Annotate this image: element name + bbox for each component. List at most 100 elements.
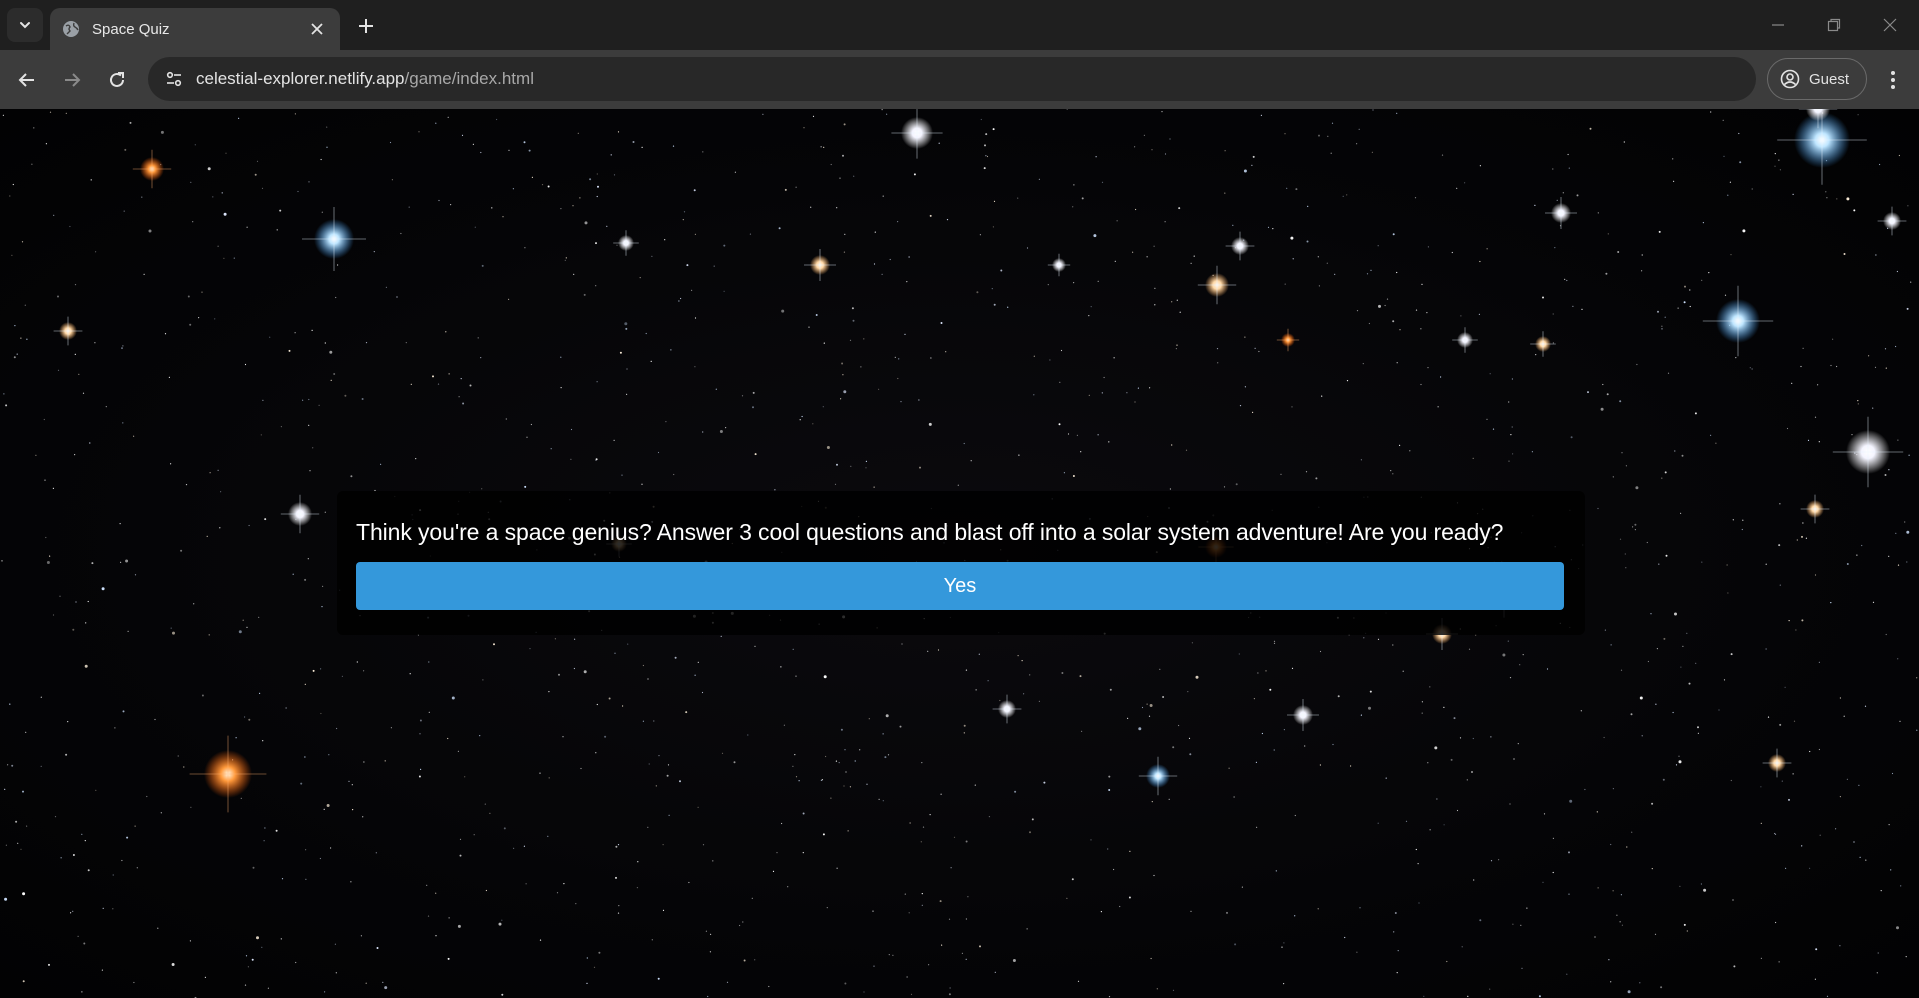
star bbox=[1356, 951, 1358, 953]
star bbox=[94, 342, 96, 344]
star bbox=[1732, 899, 1734, 901]
star bbox=[133, 435, 135, 437]
star bbox=[121, 859, 123, 862]
star bbox=[74, 353, 76, 355]
new-tab-button[interactable] bbox=[352, 12, 380, 40]
star bbox=[72, 854, 75, 856]
restore-button[interactable] bbox=[1814, 10, 1854, 40]
star bbox=[251, 958, 254, 961]
reload-icon bbox=[110, 72, 124, 87]
star bbox=[850, 465, 852, 467]
star bbox=[882, 800, 884, 802]
star bbox=[1368, 706, 1371, 710]
address-bar[interactable]: celestial-explorer.netlify.app/game/inde… bbox=[148, 57, 1756, 101]
star bbox=[1779, 503, 1781, 505]
star bbox=[408, 206, 410, 208]
star bbox=[963, 724, 966, 727]
star bbox=[1839, 697, 1841, 699]
star bbox=[22, 980, 25, 983]
star bbox=[1090, 306, 1092, 308]
star bbox=[999, 699, 1001, 702]
star-spike bbox=[302, 207, 366, 271]
star bbox=[1621, 452, 1623, 454]
star bbox=[1169, 488, 1171, 490]
star bbox=[1421, 712, 1423, 714]
star bbox=[24, 304, 26, 306]
yes-button[interactable]: Yes bbox=[356, 562, 1564, 610]
star bbox=[583, 670, 587, 674]
star bbox=[794, 754, 796, 756]
star bbox=[1521, 967, 1523, 969]
star bbox=[304, 756, 306, 758]
browser-menu-button[interactable] bbox=[1878, 64, 1908, 96]
forward-button[interactable] bbox=[56, 64, 88, 96]
star bbox=[1321, 395, 1323, 397]
site-info-button[interactable] bbox=[162, 67, 186, 91]
star bbox=[1273, 749, 1275, 751]
star bbox=[7, 764, 9, 766]
star bbox=[1718, 709, 1720, 711]
star bbox=[863, 338, 865, 340]
star-spike bbox=[53, 316, 83, 346]
star bbox=[1517, 743, 1519, 745]
star-spike bbox=[1225, 231, 1255, 261]
star bbox=[78, 373, 80, 375]
star bbox=[617, 131, 620, 133]
close-window-button[interactable] bbox=[1870, 10, 1910, 40]
tab-strip: Space Quiz bbox=[0, 0, 1919, 50]
star bbox=[636, 887, 639, 889]
star bbox=[1421, 283, 1423, 285]
star bbox=[1587, 391, 1589, 394]
star bbox=[341, 675, 343, 678]
star bbox=[836, 207, 838, 209]
star bbox=[1656, 648, 1658, 650]
star bbox=[825, 755, 827, 758]
star bbox=[1534, 204, 1536, 206]
minimize-button[interactable] bbox=[1758, 10, 1798, 40]
star bbox=[596, 381, 598, 383]
star bbox=[897, 377, 899, 380]
star bbox=[961, 952, 964, 955]
tab-search-button[interactable] bbox=[7, 8, 43, 42]
star bbox=[180, 549, 183, 552]
star bbox=[1195, 675, 1199, 679]
star bbox=[1801, 845, 1803, 847]
star bbox=[799, 419, 801, 421]
star bbox=[1619, 538, 1622, 540]
back-button[interactable] bbox=[11, 64, 43, 96]
star bbox=[655, 785, 657, 787]
star bbox=[595, 242, 597, 245]
star bbox=[49, 555, 51, 557]
star bbox=[723, 244, 726, 247]
star bbox=[940, 793, 942, 795]
star bbox=[1489, 988, 1491, 990]
star bbox=[361, 398, 364, 400]
star bbox=[1101, 181, 1104, 183]
star bbox=[1392, 644, 1394, 646]
star bbox=[693, 189, 696, 192]
star bbox=[1137, 387, 1139, 389]
star bbox=[1900, 885, 1902, 887]
star bbox=[1414, 197, 1417, 199]
profile-button[interactable]: Guest bbox=[1767, 58, 1867, 100]
star-spike bbox=[1138, 756, 1178, 796]
star bbox=[719, 430, 723, 433]
star bbox=[1568, 851, 1570, 854]
star bbox=[324, 991, 326, 993]
star bbox=[223, 212, 227, 216]
reload-button[interactable] bbox=[101, 64, 133, 96]
star bbox=[1727, 194, 1729, 196]
star bbox=[1029, 674, 1031, 676]
star bbox=[1526, 907, 1528, 909]
tab-close-button[interactable] bbox=[306, 18, 328, 40]
star bbox=[1884, 348, 1887, 350]
star bbox=[318, 404, 320, 406]
star bbox=[480, 357, 482, 359]
star bbox=[376, 947, 379, 949]
browser-tab[interactable]: Space Quiz bbox=[50, 8, 340, 50]
star bbox=[967, 896, 969, 898]
star bbox=[1510, 434, 1512, 436]
star bbox=[1191, 642, 1193, 644]
star bbox=[1362, 363, 1364, 365]
star bbox=[842, 374, 844, 376]
